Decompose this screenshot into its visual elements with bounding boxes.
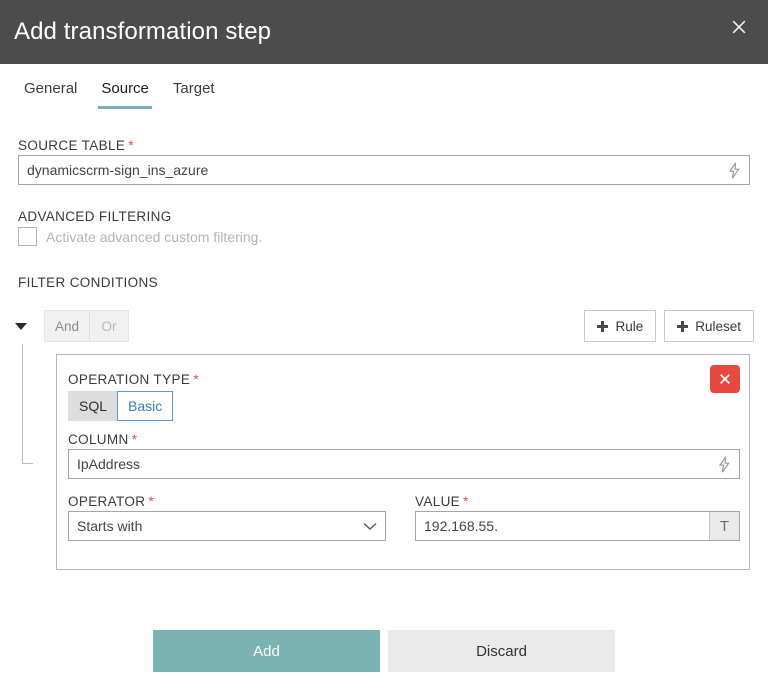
tab-general[interactable]: General	[22, 76, 89, 109]
required-marker: *	[193, 371, 199, 387]
advanced-filtering-label: ADVANCED FILTERING	[18, 209, 172, 224]
operation-type-label-text: OPERATION TYPE	[68, 372, 191, 387]
source-table-label: SOURCE TABLE *	[18, 137, 134, 154]
operator-field: Starts with	[68, 511, 386, 541]
caret-down-icon[interactable]	[14, 319, 28, 333]
column-field	[68, 449, 740, 479]
lightning-bolt-icon[interactable]	[719, 156, 749, 184]
text-type-icon[interactable]: T	[709, 512, 739, 540]
operator-label-text: OPERATOR	[68, 494, 146, 509]
add-ruleset-label: Ruleset	[695, 318, 741, 334]
logic-operator-toggle: And Or	[44, 310, 130, 342]
value-input[interactable]	[415, 511, 740, 541]
source-table-field	[18, 155, 750, 185]
filter-rule-card: OPERATION TYPE* SQL Basic COLUMN* OPERAT…	[56, 354, 750, 570]
operation-type-sql-button[interactable]: SQL	[68, 391, 119, 421]
operator-select[interactable]: Starts with	[68, 511, 386, 541]
value-label: VALUE *	[415, 493, 469, 510]
source-table-label-text: SOURCE TABLE	[18, 138, 126, 153]
add-button[interactable]: Add	[153, 630, 380, 672]
filter-conditions-label: FILTER CONDITIONS	[18, 275, 158, 290]
page-title: Add transformation step	[14, 18, 272, 45]
column-label-text: COLUMN	[68, 432, 129, 447]
advanced-filtering-checkbox[interactable]	[18, 227, 37, 246]
required-marker: *	[148, 493, 155, 509]
add-rule-button[interactable]: Rule	[584, 310, 657, 342]
tree-vertical-line	[22, 344, 23, 464]
add-buttons-group: Rule Ruleset	[584, 310, 754, 342]
close-glyph	[732, 20, 746, 34]
add-transformation-step-dialog: Add transformation step General Source T…	[0, 0, 768, 687]
column-input[interactable]	[68, 449, 740, 479]
caret-glyph	[15, 322, 27, 330]
logic-or-button[interactable]: Or	[90, 311, 128, 341]
tab-target[interactable]: Target	[161, 76, 227, 109]
operation-type-label: OPERATION TYPE *	[68, 371, 199, 388]
required-marker: *	[131, 431, 138, 447]
required-marker: *	[463, 493, 469, 509]
dialog-footer: Add Discard	[0, 630, 768, 672]
lightning-bolt-glyph	[718, 455, 730, 473]
advanced-filtering-checkbox-label: Activate advanced custom filtering.	[46, 228, 263, 245]
add-rule-label: Rule	[615, 318, 644, 334]
lightning-bolt-glyph	[728, 161, 740, 179]
lightning-bolt-icon[interactable]	[709, 450, 739, 478]
close-icon	[719, 373, 731, 385]
dialog-tabs: General Source Target	[22, 76, 227, 109]
operation-type-basic-button[interactable]: Basic	[117, 391, 174, 421]
dialog-header: Add transformation step	[0, 0, 768, 64]
value-field: T	[415, 511, 740, 541]
add-ruleset-button[interactable]: Ruleset	[664, 310, 754, 342]
advanced-filtering-checkbox-row[interactable]: Activate advanced custom filtering.	[18, 227, 262, 246]
plus-icon	[597, 320, 609, 332]
required-marker: *	[128, 137, 135, 153]
logic-and-button[interactable]: And	[45, 311, 89, 341]
operation-type-toggle: SQL Basic	[68, 391, 174, 421]
operator-label: OPERATOR *	[68, 493, 154, 510]
rule-tree-connector	[22, 344, 52, 464]
discard-button[interactable]: Discard	[388, 630, 615, 672]
source-table-input[interactable]	[18, 155, 750, 185]
value-label-text: VALUE	[415, 494, 461, 509]
filter-conditions-toolbar: And Or Rule Ruleset	[14, 310, 754, 342]
close-icon[interactable]	[722, 10, 756, 44]
tree-branch-line	[22, 463, 33, 464]
delete-rule-button[interactable]	[710, 365, 740, 393]
plus-icon	[677, 320, 689, 332]
column-label: COLUMN *	[68, 431, 137, 448]
tab-source[interactable]: Source	[89, 76, 161, 109]
